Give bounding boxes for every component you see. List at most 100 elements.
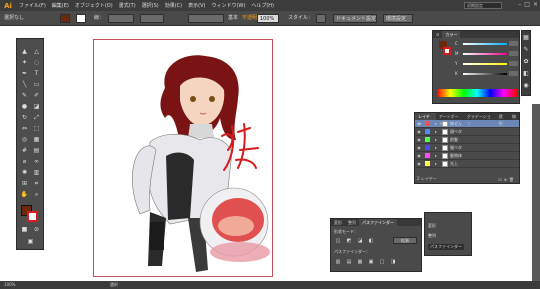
selection-tool-icon[interactable]: ▲ <box>20 47 29 56</box>
mini-align[interactable]: 整列 <box>428 233 436 239</box>
shape-builder-icon[interactable]: ◎ <box>20 135 29 144</box>
magenta-slider[interactable] <box>463 53 507 55</box>
layer-name: 顔ベタ <box>450 128 462 134</box>
expand-arrow-icon[interactable]: ▸ <box>432 121 440 126</box>
layer-name: 髪物体 <box>450 152 462 158</box>
visibility-icon[interactable]: ◉ <box>415 161 423 166</box>
status-bar: 100% 選択 <box>0 281 540 289</box>
layer-row[interactable]: ◉ ▸ 服ベタ <box>415 144 519 152</box>
expand-arrow-icon[interactable]: ▸ <box>432 153 440 158</box>
rotate-tool-icon[interactable]: ↻ <box>20 113 29 122</box>
graph-tool-icon[interactable]: ▥ <box>32 168 41 177</box>
magic-wand-icon[interactable]: ✦ <box>20 58 29 67</box>
color-mode-icon[interactable]: ■ <box>20 225 29 234</box>
black-field[interactable] <box>509 71 518 76</box>
zoom-tool-icon[interactable]: ⌕ <box>32 190 41 199</box>
black-slider[interactable] <box>463 73 507 75</box>
layer-name: 服ベタ <box>450 144 462 150</box>
merge-icon[interactable]: ▦ <box>356 258 364 266</box>
expand-arrow-icon[interactable]: ▸ <box>432 129 440 134</box>
tab-artboards[interactable]: アートボード <box>436 113 464 126</box>
visibility-icon[interactable]: ◉ <box>415 129 423 134</box>
layer-row[interactable]: ◉ ▸ 前髪 <box>415 136 519 144</box>
appearance-dock-icon[interactable]: ◉ <box>522 81 530 90</box>
tab-transform[interactable]: 変形 <box>331 219 345 226</box>
tab-align[interactable]: 整列 <box>345 219 359 226</box>
mini-transform[interactable]: 変形 <box>428 223 436 229</box>
outline-icon[interactable]: □ <box>378 258 386 266</box>
color-spectrum[interactable] <box>437 89 517 97</box>
tab-pathfinder[interactable]: パスファインダー <box>359 219 397 226</box>
artboard-tool-icon[interactable]: ⊞ <box>20 179 29 188</box>
layer-thumbnail <box>442 144 448 151</box>
swatches-dock-icon[interactable]: ▦ <box>522 33 530 42</box>
free-transform-icon[interactable]: ⬚ <box>32 124 41 133</box>
panel-stroke-swatch[interactable] <box>443 47 451 55</box>
exclude-icon[interactable]: ◧ <box>367 237 375 245</box>
crop-icon[interactable]: ▣ <box>367 258 375 266</box>
mini-pathfinder[interactable]: パスファインダー <box>428 244 464 250</box>
expand-arrow-icon[interactable]: ▸ <box>432 161 440 166</box>
mesh-tool-icon[interactable]: # <box>20 146 29 155</box>
paintbrush-tool-icon[interactable]: ✎ <box>20 91 29 100</box>
lasso-tool-icon[interactable]: ◌ <box>32 58 41 67</box>
divide-icon[interactable]: ▥ <box>334 258 342 266</box>
line-tool-icon[interactable]: ╲ <box>20 80 29 89</box>
brushes-dock-icon[interactable]: ✎ <box>522 45 530 54</box>
expand-button[interactable]: 拡張 <box>393 237 417 244</box>
visibility-icon[interactable]: ◉ <box>415 153 423 158</box>
tab-gradient[interactable]: グラデーション <box>464 113 496 126</box>
tab-color-guide[interactable]: ⊟ <box>433 31 442 38</box>
eyedropper-icon[interactable]: ⌀ <box>20 157 29 166</box>
direct-selection-tool-icon[interactable]: △ <box>32 47 41 56</box>
delete-layer-icon[interactable]: 🗑 <box>509 177 516 182</box>
symbols-dock-icon[interactable]: ✿ <box>522 57 530 66</box>
slice-tool-icon[interactable]: ⌗ <box>32 179 41 188</box>
tab-stroke[interactable]: 線 <box>509 113 519 120</box>
expand-arrow-icon[interactable]: ▸ <box>432 145 440 150</box>
pencil-tool-icon[interactable]: ✐ <box>32 91 41 100</box>
intersect-icon[interactable]: ◪ <box>356 237 364 245</box>
tab-layers[interactable]: レイヤー <box>415 113 436 126</box>
vertical-scrollbar[interactable] <box>532 104 540 281</box>
expand-arrow-icon[interactable]: ▸ <box>432 137 440 142</box>
layer-row[interactable]: ◉ ▸ 光上 <box>415 160 519 168</box>
gradient-tool-icon[interactable]: ▤ <box>32 146 41 155</box>
tab-color[interactable]: カラー <box>442 31 461 38</box>
width-tool-icon[interactable]: ⇔ <box>20 124 29 133</box>
rectangle-tool-icon[interactable]: ▭ <box>32 80 41 89</box>
eraser-tool-icon[interactable]: ◪ <box>32 102 41 111</box>
visibility-icon[interactable]: ◉ <box>415 137 423 142</box>
yellow-slider[interactable] <box>463 63 507 65</box>
black-label: K <box>455 71 458 76</box>
layer-row[interactable]: ◉ ▸ 顔ベタ <box>415 128 519 136</box>
zoom-level[interactable]: 100% <box>4 282 15 287</box>
visibility-icon[interactable]: ◉ <box>415 145 423 150</box>
magenta-field[interactable] <box>509 51 518 56</box>
blend-tool-icon[interactable]: ∞ <box>32 157 41 166</box>
type-tool-icon[interactable]: T <box>32 69 41 78</box>
graphic-styles-dock-icon[interactable]: ◧ <box>522 69 530 78</box>
cyan-label: C <box>455 41 458 46</box>
pen-tool-icon[interactable]: ✒ <box>20 69 29 78</box>
minus-front-icon[interactable]: ◩ <box>345 237 353 245</box>
cyan-slider[interactable] <box>463 43 507 45</box>
hand-tool-icon[interactable]: ✋ <box>20 190 29 199</box>
cyan-field[interactable] <box>509 41 518 46</box>
right-eye <box>209 96 215 102</box>
blob-brush-icon[interactable]: ● <box>20 102 29 111</box>
none-color-icon[interactable]: ⊘ <box>32 225 41 234</box>
trim-icon[interactable]: ▤ <box>345 258 353 266</box>
minus-back-icon[interactable]: ◨ <box>389 258 397 266</box>
screen-mode-icon[interactable]: ▣ <box>26 237 35 246</box>
tab-transparency[interactable]: 透明 <box>496 113 509 126</box>
stroke-color-swatch[interactable] <box>27 211 38 222</box>
visibility-icon[interactable]: ◉ <box>415 121 423 126</box>
yellow-field[interactable] <box>509 61 518 66</box>
layer-thumbnail <box>442 128 448 135</box>
unite-icon[interactable]: ◫ <box>334 237 342 245</box>
symbol-sprayer-icon[interactable]: ✺ <box>20 168 29 177</box>
perspective-grid-icon[interactable]: ▦ <box>32 135 41 144</box>
scale-tool-icon[interactable]: ⤢ <box>32 113 41 122</box>
layer-row[interactable]: ◉ ▸ 髪物体 <box>415 152 519 160</box>
